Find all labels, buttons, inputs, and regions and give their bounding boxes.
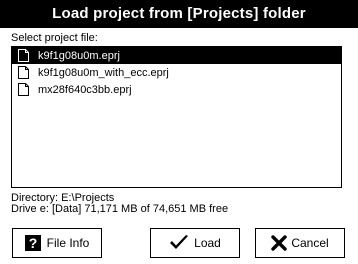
- document-icon: [18, 49, 29, 62]
- project-file-list[interactable]: k9f1g08u0m.eprj k9f1g08u0m_with_ecc.eprj…: [11, 46, 342, 188]
- file-item-k9f1g08u0m-with-ecc[interactable]: k9f1g08u0m_with_ecc.eprj: [12, 64, 341, 81]
- file-info-label: File Info: [46, 236, 90, 250]
- directory-info: Directory: E:\Projects Drive e: [Data] 7…: [11, 193, 228, 215]
- drive-space-text: Drive e: [Data] 71,171 MB of 74,651 MB f…: [11, 203, 229, 215]
- file-name: k9f1g08u0m_with_ecc.eprj: [38, 66, 169, 79]
- file-list-label: Select project file:: [11, 32, 98, 44]
- dialog-title: Load project from [Projects] folder: [0, 0, 358, 28]
- question-mark-icon: ?: [24, 235, 41, 251]
- document-icon: [18, 66, 29, 79]
- file-item-k9f1g08u0m[interactable]: k9f1g08u0m.eprj: [12, 47, 341, 64]
- file-name: mx28f640c3bb.eprj: [38, 83, 132, 96]
- load-project-dialog: Load project from [Projects] folder Sele…: [0, 0, 358, 264]
- cancel-label: Cancel: [291, 236, 329, 250]
- file-info-button[interactable]: ? File Info: [12, 228, 102, 258]
- document-icon: [18, 83, 29, 96]
- cancel-button[interactable]: Cancel: [255, 228, 345, 258]
- load-label: Load: [194, 236, 221, 250]
- checkmark-icon: [170, 235, 189, 249]
- file-item-mx28f640c3bb[interactable]: mx28f640c3bb.eprj: [12, 81, 341, 98]
- svg-text:?: ?: [28, 235, 37, 251]
- file-name: k9f1g08u0m.eprj: [38, 49, 120, 62]
- load-button[interactable]: Load: [150, 228, 240, 258]
- x-icon: [271, 235, 288, 251]
